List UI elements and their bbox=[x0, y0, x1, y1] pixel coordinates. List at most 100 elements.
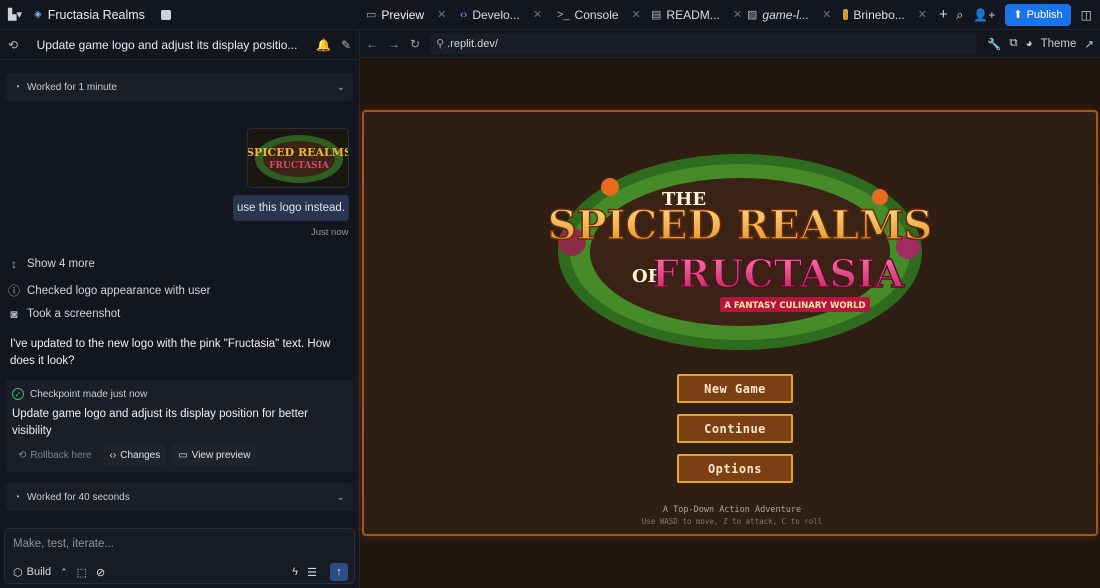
chat-input-placeholder[interactable]: Make, test, iterate... bbox=[13, 538, 114, 550]
checkpoint-status-label: Checkpoint made just now bbox=[30, 388, 148, 400]
js-file-icon bbox=[843, 9, 849, 20]
open-external-icon[interactable]: ↗ bbox=[1084, 37, 1094, 51]
close-icon[interactable]: ✕ bbox=[533, 8, 542, 21]
checkpoint-actions: ⟲ Rollback here ‹› Changes ▭ View previe… bbox=[12, 444, 257, 466]
back-arrow-icon[interactable]: ← bbox=[366, 37, 378, 51]
chat-input-box[interactable]: Make, test, iterate... ⬡ Build ⌃ ⬚ ⊘ ϟ ☰… bbox=[4, 528, 355, 584]
new-game-button[interactable]: New Game bbox=[677, 374, 793, 403]
tab-label: Preview bbox=[381, 7, 425, 22]
rocket-icon: ⬆ bbox=[1013, 9, 1023, 21]
new-chat-icon[interactable]: ✎ bbox=[341, 38, 351, 52]
url-field[interactable]: ⚲ .replit.dev/ bbox=[430, 33, 978, 54]
tab-preview[interactable]: ▭ Preview ✕ bbox=[360, 0, 454, 30]
tab-label: Develo... bbox=[472, 7, 520, 22]
camera-icon: ◙ bbox=[10, 307, 18, 321]
show-more-label: Show 4 more bbox=[27, 258, 95, 270]
tab-brinebo[interactable]: Brinebo... ✕ bbox=[837, 0, 933, 30]
chevron-up-icon[interactable]: ⌃ bbox=[60, 567, 68, 578]
search-icon[interactable]: ⌕ bbox=[956, 7, 963, 23]
action-label: Checked logo appearance with user bbox=[27, 284, 211, 297]
close-icon[interactable]: ✕ bbox=[822, 8, 831, 21]
rollback-button[interactable]: ⟲ Rollback here bbox=[12, 444, 98, 466]
game-canvas[interactable]: THE SPICED REALMS OF FRUCTASIA A FANTASY… bbox=[362, 110, 1098, 536]
chat-title: Update game logo and adjust its display … bbox=[36, 37, 298, 52]
message-time: Just now bbox=[311, 227, 349, 238]
theme-button[interactable]: Theme bbox=[1041, 38, 1077, 50]
settings-sliders-icon[interactable]: ☰ bbox=[307, 566, 317, 579]
publish-button[interactable]: ⬆ Publish bbox=[1005, 3, 1071, 26]
app-menu-icon[interactable]: ▙▾ bbox=[8, 8, 22, 21]
chevron-down-icon: ⌄ bbox=[336, 491, 345, 503]
attach-icon[interactable]: ⊘ bbox=[96, 566, 105, 579]
url-text: .replit.dev/ bbox=[447, 37, 498, 50]
svg-text:SPICED REALMS: SPICED REALMS bbox=[248, 146, 349, 159]
expand-vertical-icon: ↕ bbox=[11, 257, 17, 271]
svg-text:FRUCTASIA: FRUCTASIA bbox=[269, 161, 330, 171]
tab-label: Console bbox=[574, 7, 619, 22]
action-item: ⓘ Checked logo appearance with user bbox=[8, 282, 210, 299]
logo-ribbon-text: A FANTASY CULINARY WORLD bbox=[724, 301, 865, 311]
action-label: Took a screenshot bbox=[27, 308, 121, 320]
forward-arrow-icon[interactable]: → bbox=[388, 37, 400, 51]
wrench-icon[interactable]: 🔧 bbox=[987, 37, 1001, 51]
worked-summary-2[interactable]: ◔ Worked for 40 seconds ⌄ bbox=[6, 483, 353, 511]
file-icon: ▤ bbox=[651, 9, 662, 21]
layout-toggle-icon[interactable]: ◫ bbox=[1081, 8, 1092, 22]
new-tab-button[interactable]: + bbox=[933, 0, 954, 30]
view-preview-label: View preview bbox=[191, 449, 251, 461]
link-icon: ⚲ bbox=[436, 38, 445, 50]
history-icon[interactable]: ⟲ bbox=[8, 38, 18, 52]
worked-label: Worked for 40 seconds bbox=[27, 491, 130, 503]
tab-label: READM... bbox=[666, 7, 720, 22]
lightning-icon[interactable]: ϟ bbox=[292, 566, 298, 578]
options-button[interactable]: Options bbox=[677, 454, 793, 483]
rollback-icon: ⟲ bbox=[18, 449, 27, 461]
tab-label: game-l... bbox=[762, 7, 810, 22]
project-header: ▙▾ ◈ Fructasia Realms bbox=[0, 0, 360, 30]
cube-icon: ⬡ bbox=[13, 566, 23, 579]
tab-game-logo[interactable]: ▨ game-l... ✕ bbox=[741, 0, 837, 30]
project-name[interactable]: Fructasia Realms bbox=[48, 8, 145, 22]
changes-button[interactable]: ‹› Changes bbox=[103, 444, 167, 466]
invite-user-icon[interactable]: 👤+ bbox=[973, 8, 995, 22]
tab-readme[interactable]: ▤ READM... ✕ bbox=[645, 0, 742, 30]
palette-icon[interactable]: ◕ bbox=[1026, 38, 1033, 50]
select-element-icon[interactable]: ⬚ bbox=[77, 566, 87, 579]
chat-header: ⟲ Update game logo and adjust its displa… bbox=[0, 30, 359, 60]
tab-developer[interactable]: ‹› Develo... ✕ bbox=[454, 0, 551, 30]
preview-pane: ← → ↻ ⚲ .replit.dev/ 🔧 ⧉ ◕ Theme ↗ THE S… bbox=[360, 30, 1100, 588]
check-circle-icon: ✓ bbox=[12, 388, 24, 400]
checkpoint-card: ✓ Checkpoint made just now Update game l… bbox=[6, 380, 353, 472]
view-preview-button[interactable]: ▭ View preview bbox=[172, 444, 257, 466]
show-more-toggle[interactable]: ↕ Show 4 more bbox=[8, 257, 95, 271]
build-mode-label[interactable]: Build bbox=[27, 566, 51, 578]
attached-logo-thumbnail[interactable]: SPICED REALMS FRUCTASIA bbox=[247, 128, 349, 188]
stop-icon[interactable] bbox=[160, 9, 171, 20]
code-icon: ‹› bbox=[460, 8, 468, 21]
continue-button[interactable]: Continue bbox=[677, 414, 793, 443]
close-icon[interactable]: ✕ bbox=[632, 8, 641, 21]
gauge-icon: ◔ bbox=[14, 81, 21, 93]
top-bar-actions: ⌕ 👤+ ⬆ Publish ◫ bbox=[956, 3, 1100, 26]
worked-summary-1[interactable]: ◔ Worked for 1 minute ⌄ bbox=[6, 73, 353, 101]
tab-strip: ▭ Preview ✕ ‹› Develo... ✕ >_ Console ✕ … bbox=[360, 0, 956, 30]
game-viewport[interactable]: THE SPICED REALMS OF FRUCTASIA A FANTASY… bbox=[360, 58, 1100, 588]
notification-icon[interactable]: 🔔 bbox=[316, 38, 331, 52]
code-icon: ‹› bbox=[109, 449, 117, 461]
logo-title-text: SPICED REALMS bbox=[550, 202, 930, 249]
preview-url-bar: ← → ↻ ⚲ .replit.dev/ 🔧 ⧉ ◕ Theme ↗ bbox=[360, 30, 1100, 58]
publish-label: Publish bbox=[1026, 8, 1063, 21]
refresh-icon[interactable]: ↻ bbox=[410, 37, 420, 51]
devices-icon[interactable]: ⧉ bbox=[1009, 37, 1017, 50]
gauge-icon: ◔ bbox=[14, 491, 21, 503]
top-bar: ▙▾ ◈ Fructasia Realms ▭ Preview ✕ ‹› Dev… bbox=[0, 0, 1100, 30]
close-icon[interactable]: ✕ bbox=[437, 8, 446, 21]
action-item: ◙ Took a screenshot bbox=[8, 307, 120, 321]
tab-console[interactable]: >_ Console ✕ bbox=[551, 0, 645, 30]
logo-fructasia-text: FRUCTASIA bbox=[652, 251, 905, 296]
chat-input-toolbar: ⬡ Build ⌃ ⬚ ⊘ ϟ ☰ ↑ bbox=[13, 563, 348, 581]
monitor-icon: ▭ bbox=[178, 449, 188, 461]
close-icon[interactable]: ✕ bbox=[918, 8, 927, 21]
send-button[interactable]: ↑ bbox=[330, 563, 348, 581]
image-icon: ▨ bbox=[747, 9, 758, 21]
